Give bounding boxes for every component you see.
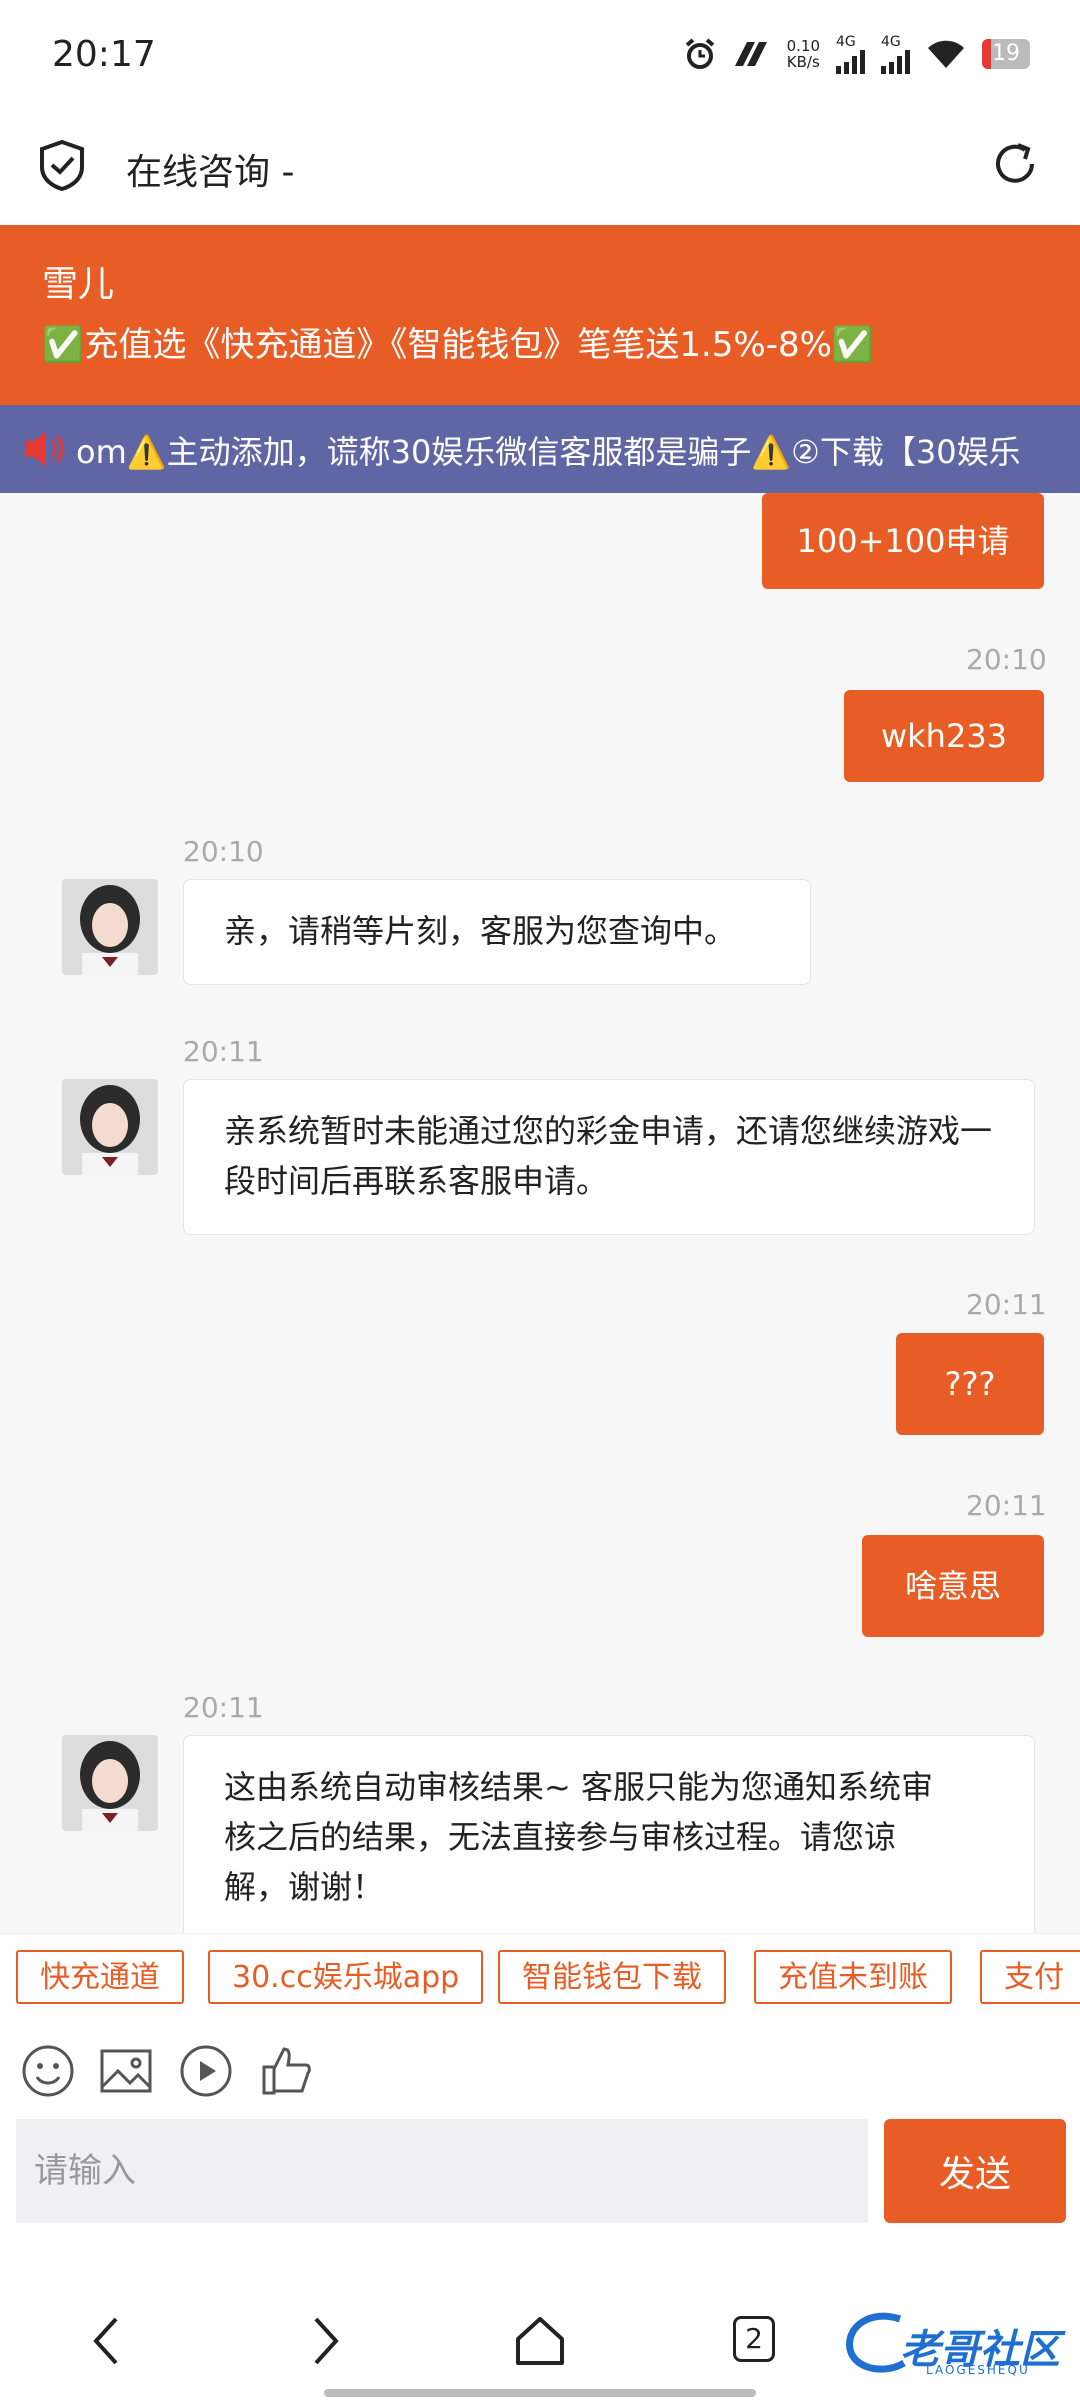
message-time: 20:10	[966, 643, 1047, 676]
browser-nav-bar: 2 老哥社区 LAOGESHEQU	[0, 2229, 1080, 2400]
shield-check-icon	[40, 139, 84, 191]
quick-reply-wallet-download[interactable]: 智能钱包下载	[498, 1950, 726, 2004]
agent-avatar	[62, 1735, 158, 1831]
message-input[interactable]	[16, 2119, 868, 2223]
page-title: 在线咨询 -	[126, 152, 295, 193]
network-speed-unit: KB/s	[786, 53, 820, 71]
message-time: 20:11	[183, 1691, 264, 1724]
signal-bars-icon	[836, 50, 865, 74]
agent-name: 雪儿	[42, 264, 115, 305]
refresh-icon[interactable]	[990, 139, 1040, 189]
composer-toolbar	[0, 2023, 1080, 2119]
message-time: 20:11	[966, 1489, 1047, 1522]
image-icon[interactable]	[98, 2043, 154, 2099]
message-bubble-incoming: 这由系统自动审核结果~ 客服只能为您通知系统审核之后的结果，无法直接参与审核过程…	[183, 1735, 1035, 1933]
status-bar: 20:17 0.10 KB/s 4G 4G 19	[0, 0, 1080, 115]
message-time: 20:11	[183, 1035, 264, 1068]
message-bubble-outgoing: 100+100申请	[762, 493, 1044, 589]
message-bubble-incoming: 亲，请稍等片刻，客服为您查询中。	[183, 879, 811, 985]
home-indicator[interactable]	[324, 2389, 756, 2397]
marquee-text: om⚠️主动添加，谎称30娱乐微信客服都是骗子⚠️②下载【30娱乐	[76, 433, 1021, 471]
quick-reply-fast-recharge[interactable]: 快充通道	[16, 1950, 184, 2004]
message-bubble-outgoing: ???	[896, 1333, 1044, 1435]
network-speed-value: 0.10	[786, 37, 820, 55]
video-icon[interactable]	[178, 2043, 234, 2099]
battery-indicator: 19	[982, 39, 1030, 69]
chat-messages: 100+100申请 20:10 wkh233 20:10 亲，请稍等片刻，客服为…	[0, 493, 1080, 1933]
agent-avatar	[62, 1079, 158, 1175]
thumbs-up-icon[interactable]	[258, 2043, 314, 2099]
sim2-label: 4G	[881, 34, 901, 50]
wifi-icon	[928, 40, 964, 68]
network-speed: 0.10 KB/s	[787, 38, 820, 70]
quick-reply-payment[interactable]: 支付	[980, 1950, 1080, 2004]
home-icon[interactable]	[510, 2311, 570, 2371]
message-time: 20:10	[183, 835, 264, 868]
message-bubble-incoming: 亲系统暂时未能通过您的彩金申请，还请您继续游戏一段时间后再联系客服申请。	[183, 1079, 1035, 1235]
signal-sim2: 4G	[881, 34, 910, 74]
emoji-icon[interactable]	[20, 2043, 76, 2099]
tab-count-button[interactable]: 2	[733, 2316, 775, 2362]
quick-reply-app[interactable]: 30.cc娱乐城app	[208, 1950, 484, 2004]
app-notification-icon	[734, 42, 767, 66]
notice-marquee: om⚠️主动添加，谎称30娱乐微信客服都是骗子⚠️②下载【30娱乐	[0, 405, 1080, 493]
message-time: 20:11	[966, 1288, 1047, 1321]
signal-bars-icon	[881, 50, 910, 74]
forward-icon[interactable]	[294, 2311, 354, 2371]
quick-reply-bar: 快充通道 30.cc娱乐城app 智能钱包下载 充值未到账 支付	[0, 1933, 1080, 2024]
quick-reply-recharge-missing[interactable]: 充值未到账	[754, 1950, 952, 2004]
battery-percent: 19	[992, 41, 1020, 66]
speaker-icon	[26, 431, 64, 467]
alarm-icon	[685, 38, 714, 69]
watermark-subtext: LAOGESHEQU	[926, 2363, 1030, 2377]
agent-avatar	[62, 879, 158, 975]
sim1-label: 4G	[836, 34, 856, 50]
promo-text: ✅充值选《快充通道》《智能钱包》笔笔送1.5%-8%✅	[42, 325, 875, 365]
agent-announcement: 雪儿 ✅充值选《快充通道》《智能钱包》笔笔送1.5%-8%✅	[0, 225, 1080, 405]
clock: 20:17	[52, 34, 156, 75]
message-bubble-outgoing: wkh233	[844, 690, 1044, 782]
battery-level	[982, 39, 992, 69]
send-button[interactable]: 发送	[884, 2119, 1066, 2223]
composer: 发送	[0, 2119, 1080, 2229]
message-bubble-outgoing: 啥意思	[862, 1535, 1044, 1637]
signal-sim1: 4G	[836, 34, 865, 74]
back-icon[interactable]	[78, 2311, 138, 2371]
status-icons: 0.10 KB/s 4G 4G 19	[683, 34, 1030, 74]
title-bar: 在线咨询 -	[0, 115, 1080, 225]
watermark-logo: 老哥社区 LAOGESHEQU	[840, 2305, 1070, 2381]
